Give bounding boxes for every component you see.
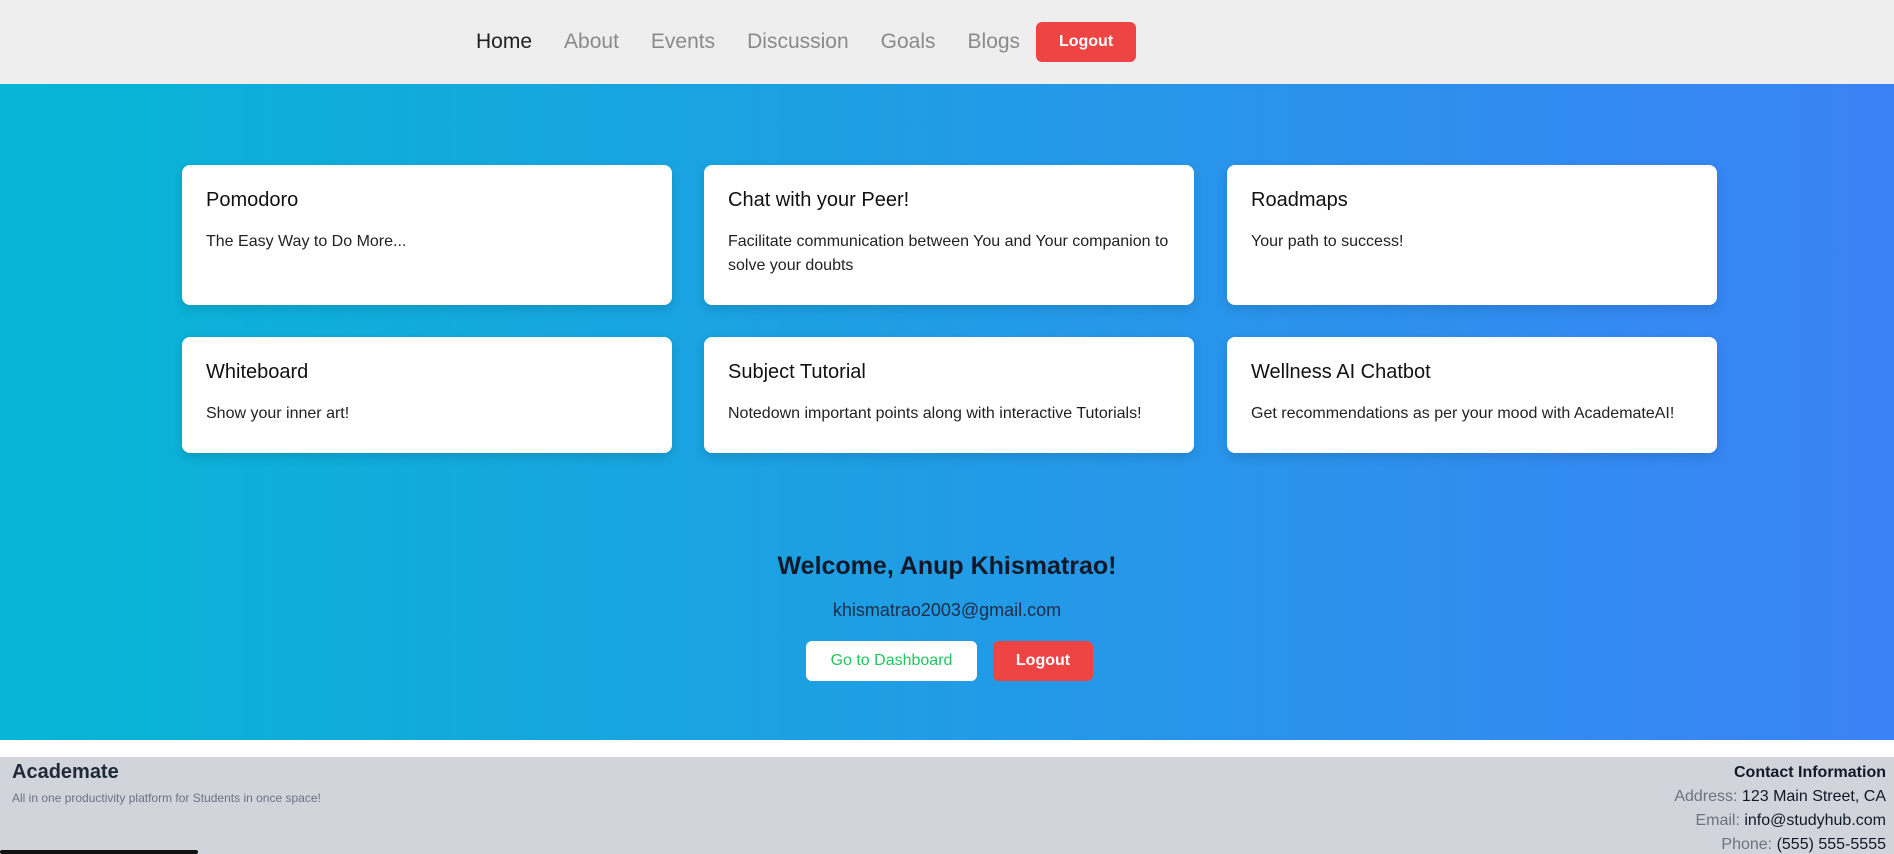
footer-brand: Academate [12,761,119,783]
card-title: Chat with your Peer! [728,189,910,211]
footer-tagline: All in one productivity platform for Stu… [12,791,321,805]
top-navbar: Home About Events Discussion Goals Blogs… [0,0,1894,84]
address-value: 123 Main Street, CA [1741,788,1886,805]
card-description: The Easy Way to Do More... [206,233,407,250]
email-value: info@studyhub.com [1744,812,1886,829]
card-title: Wellness AI Chatbot [1251,361,1431,383]
phone-value: (555) 555-5555 [1776,836,1886,853]
nav-link-events[interactable]: Events [651,22,715,62]
nav-link-blogs[interactable]: Blogs [968,22,1021,62]
welcome-heading: Welcome, Anup Khismatrao! [777,552,1117,580]
address-label: Address: [1674,788,1738,805]
phone-label: Phone: [1721,836,1773,853]
nav-link-discussion[interactable]: Discussion [747,22,849,62]
footer: Academate All in one productivity platfo… [0,757,1894,854]
card-title: Subject Tutorial [728,361,866,383]
logout-button[interactable]: Logout [993,641,1093,681]
nav-logout-button[interactable]: Logout [1036,22,1137,62]
horizontal-scrollbar[interactable] [0,850,198,854]
card-title: Roadmaps [1251,189,1348,211]
card-description: Get recommendations as per your mood wit… [1251,405,1675,422]
contact-phone: Phone: (555) 555-5555 [1674,833,1886,854]
card-whiteboard[interactable]: Whiteboard Show your inner art! [182,337,672,453]
card-pomodoro[interactable]: Pomodoro The Easy Way to Do More... [182,165,672,305]
card-description: Notedown important points along with int… [728,405,1142,422]
card-description: Show your inner art! [206,405,350,422]
user-email: khismatrao2003@gmail.com [832,600,1062,620]
contact-email: Email: info@studyhub.com [1674,809,1886,833]
nav-links: Home About Events Discussion Goals Blogs… [476,22,1137,62]
contact-address: Address: 123 Main Street, CA [1674,785,1886,809]
card-title: Pomodoro [206,189,299,211]
email-label: Email: [1695,812,1740,829]
card-subject-tutorial[interactable]: Subject Tutorial Notedown important poin… [704,337,1194,453]
nav-link-goals[interactable]: Goals [881,22,936,62]
card-wellness-ai-chatbot[interactable]: Wellness AI Chatbot Get recommendations … [1227,337,1717,453]
card-description: Your path to success! [1251,233,1404,250]
go-to-dashboard-button[interactable]: Go to Dashboard [806,641,977,681]
nav-link-home[interactable]: Home [476,22,532,62]
card-roadmaps[interactable]: Roadmaps Your path to success! [1227,165,1717,305]
card-description: Facilitate communication between You and… [728,233,1169,274]
card-title: Whiteboard [206,361,309,383]
nav-link-about[interactable]: About [564,22,619,62]
contact-information: Contact Information Address: 123 Main St… [1674,761,1886,854]
contact-heading: Contact Information [1734,764,1886,781]
card-chat-with-peer[interactable]: Chat with your Peer! Facilitate communic… [704,165,1194,305]
